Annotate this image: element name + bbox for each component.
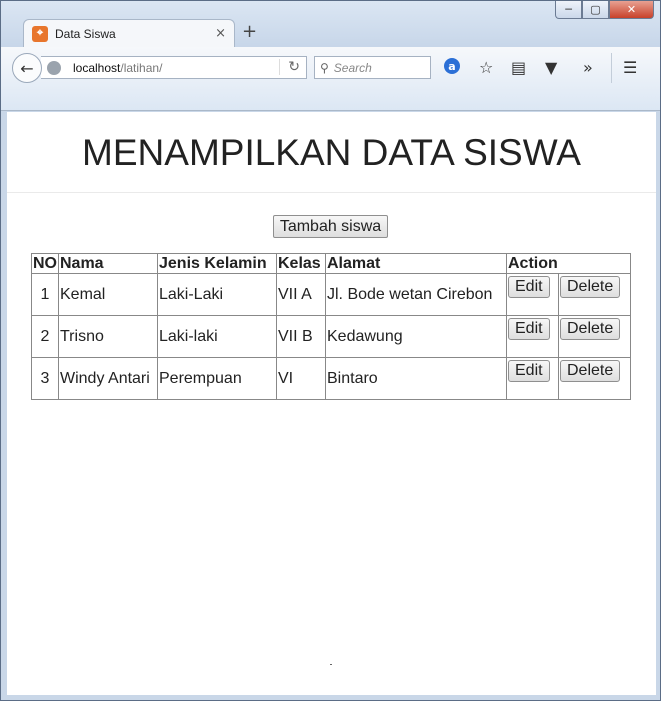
search-input[interactable]: ⚲ Search: [314, 56, 431, 79]
reading-list-icon[interactable]: ▤: [511, 58, 526, 77]
address-bar[interactable]: localhost/latihan/ ↻: [41, 56, 307, 79]
new-tab-button[interactable]: +: [242, 21, 257, 42]
cell-kelas: VII B: [276, 315, 326, 358]
url-path: /latihan/: [120, 60, 163, 75]
page-title: MENAMPILKAN DATA SISWA: [82, 132, 581, 173]
pocket-icon[interactable]: ▼: [545, 58, 557, 77]
add-student-button[interactable]: Tambah siswa: [273, 215, 388, 238]
delete-button[interactable]: Delete: [560, 360, 621, 382]
tab-close-icon[interactable]: ×: [215, 26, 226, 41]
edit-button[interactable]: Edit: [508, 276, 550, 298]
window-controls: ─ ▢ ✕: [555, 1, 654, 19]
column-header-action: Action: [506, 253, 631, 274]
hamburger-menu-icon[interactable]: ☰: [623, 58, 637, 77]
column-header-no: NO: [31, 253, 59, 274]
divider: [7, 192, 656, 193]
cell-delete: Delete: [558, 357, 631, 400]
toolbar-divider: [611, 53, 612, 83]
overflow-chevron-icon[interactable]: »: [583, 58, 593, 77]
cell-jenis-kelamin: Perempuan: [157, 357, 277, 400]
maximize-button[interactable]: ▢: [582, 1, 609, 19]
cell-no: 2: [31, 315, 59, 358]
cell-delete: Delete: [558, 315, 631, 358]
student-table: NO Nama Jenis Kelamin Kelas Alamat Actio…: [31, 253, 631, 400]
title-bar: ─ ▢ ✕ ⌖ Data Siswa × +: [1, 1, 660, 47]
navigation-toolbar: localhost/latihan/ ↻ ← ⚲ Search a ☆ ▤ ▼ …: [1, 47, 660, 111]
cell-no: 3: [31, 357, 59, 400]
table-row: 3 Windy Antari Perempuan VI Bintaro Edit…: [31, 357, 631, 400]
column-header-jenis-kelamin: Jenis Kelamin: [157, 253, 277, 274]
column-header-kelas: Kelas: [276, 253, 326, 274]
cell-jenis-kelamin: Laki-laki: [157, 315, 277, 358]
cell-no: 1: [31, 273, 59, 316]
cell-kelas: VI: [276, 357, 326, 400]
column-header-nama: Nama: [58, 253, 158, 274]
table-row: 2 Trisno Laki-laki VII B Kedawung Edit D…: [31, 315, 631, 358]
back-arrow-icon[interactable]: ←: [12, 53, 42, 83]
bookmark-star-icon[interactable]: ☆: [479, 58, 493, 77]
cell-alamat: Bintaro: [325, 357, 507, 400]
reload-icon[interactable]: ↻: [279, 59, 300, 75]
globe-icon: [47, 60, 61, 75]
cell-alamat: Jl. Bode wetan Cirebon: [325, 273, 507, 316]
cell-kelas: VII A: [276, 273, 326, 316]
browser-tab[interactable]: ⌖ Data Siswa ×: [23, 19, 235, 47]
minimize-button[interactable]: ─: [555, 1, 582, 19]
search-icon: ⚲: [320, 60, 329, 75]
cell-nama: Trisno: [58, 315, 158, 358]
search-placeholder: Search: [333, 60, 372, 75]
delete-button[interactable]: Delete: [560, 318, 621, 340]
close-window-button[interactable]: ✕: [609, 1, 654, 19]
tab-title: Data Siswa: [55, 26, 116, 41]
table-header-row: NO Nama Jenis Kelamin Kelas Alamat Actio…: [31, 253, 631, 274]
edit-button[interactable]: Edit: [508, 360, 550, 382]
delete-button[interactable]: Delete: [560, 276, 621, 298]
table-row: 1 Kemal Laki-Laki VII A Jl. Bode wetan C…: [31, 273, 631, 316]
cell-nama: Windy Antari: [58, 357, 158, 400]
column-header-alamat: Alamat: [325, 253, 507, 274]
page-artifact-dot: [330, 664, 332, 665]
cell-delete: Delete: [558, 273, 631, 316]
xampp-icon: ⌖: [32, 25, 48, 42]
page-content: MENAMPILKAN DATA SISWA Tambah siswa NO N…: [7, 112, 656, 695]
amazon-icon[interactable]: a: [444, 58, 460, 74]
cell-nama: Kemal: [58, 273, 158, 316]
browser-window: ─ ▢ ✕ ⌖ Data Siswa × + localhost/latihan…: [0, 0, 661, 701]
cell-edit: Edit: [506, 357, 559, 400]
cell-edit: Edit: [506, 273, 559, 316]
url-host: localhost: [73, 60, 121, 75]
edit-button[interactable]: Edit: [508, 318, 550, 340]
cell-edit: Edit: [506, 315, 559, 358]
cell-jenis-kelamin: Laki-Laki: [157, 273, 277, 316]
cell-alamat: Kedawung: [325, 315, 507, 358]
